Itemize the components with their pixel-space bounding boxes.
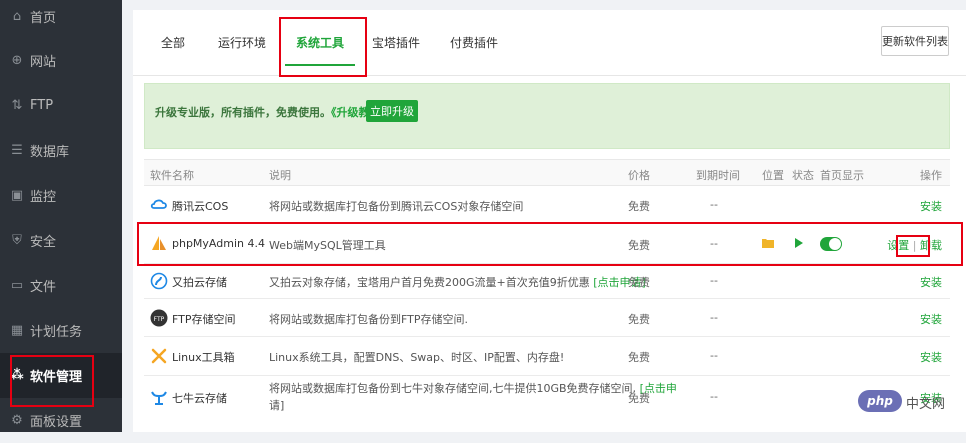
- plugin-expire: --: [710, 349, 718, 362]
- header-expire: 到期时间: [696, 169, 740, 182]
- table-row: 七牛云存储 将网站或数据库打包备份到七牛对象存储空间,七牛提供10GB免费存储空…: [144, 376, 950, 432]
- toolbox-icon: [151, 348, 167, 364]
- sidebar-item-label: 面板设置: [30, 415, 83, 430]
- plugin-price: 免费: [628, 200, 650, 213]
- gear-icon: ⚙: [11, 413, 23, 428]
- globe-icon: ⊕: [11, 53, 23, 68]
- monitor-icon: ▣: [10, 188, 24, 203]
- plugin-name: 又拍云存储: [172, 276, 227, 289]
- tab-all[interactable]: 全部: [161, 34, 185, 51]
- plugin-desc: 又拍云对象存储，宝塔用户首月免费200G流量+首次充值9折优惠 [点击申请]: [269, 274, 646, 290]
- calendar-icon: ▦: [10, 323, 24, 338]
- watermark-text: 中文网: [906, 397, 946, 412]
- table-header: 软件名称 说明 价格 到期时间 位置 状态 首页显示 操作: [144, 159, 950, 186]
- upyun-icon: [150, 272, 168, 290]
- plugin-price: 免费: [628, 392, 650, 405]
- header-op: 操作: [920, 169, 942, 182]
- table-row: FTP FTP存储空间 将网站或数据库打包备份到FTP存储空间. 免费 -- 安…: [144, 299, 950, 337]
- shield-icon: ⛨: [12, 233, 22, 248]
- sidebar-item-security[interactable]: ⛨ 安全: [0, 218, 122, 263]
- plugin-expire: --: [710, 311, 718, 324]
- sidebar-item-monitor[interactable]: ▣ 监控: [0, 173, 122, 218]
- sidebar-item-files[interactable]: ▭ 文件: [0, 263, 122, 308]
- plugin-expire: --: [710, 274, 718, 287]
- sidebar-item-cron[interactable]: ▦ 计划任务: [0, 308, 122, 353]
- plugin-desc: Linux系统工具，配置DNS、Swap、时区、IP配置、内存盘!: [269, 351, 565, 364]
- plugin-name: 腾讯云COS: [172, 200, 229, 213]
- sidebar-item-label: 安全: [30, 235, 57, 250]
- plugin-desc: 将网站或数据库打包备份到FTP存储空间.: [269, 313, 468, 326]
- sidebar-item-label: 网站: [30, 55, 57, 70]
- header-price: 价格: [628, 169, 650, 182]
- header-location: 位置: [762, 169, 784, 182]
- highlight-box: [137, 222, 963, 266]
- sidebar-item-database[interactable]: ☰ 数据库: [0, 128, 122, 173]
- plugin-expire: --: [710, 198, 718, 211]
- sidebar-item-label: 监控: [30, 190, 57, 205]
- upgrade-text: 升级专业版，所有插件，免费使用。《升级教程》: [155, 104, 392, 120]
- plugin-desc: 将网站或数据库打包备份到七牛对象存储空间,七牛提供10GB免费存储空间, [点击…: [269, 380, 677, 396]
- sidebar-item-label: 计划任务: [30, 325, 83, 340]
- main-panel: 全部 运行环境 系统工具 宝塔插件 付费插件 更新软件列表 升级专业版，所有插件…: [133, 10, 966, 432]
- qiniu-icon: [151, 391, 167, 405]
- plugin-desc-text: 将网站或数据库打包备份到七牛对象存储空间,七牛提供10GB免费存储空间,: [269, 382, 637, 395]
- plugin-name: 七牛云存储: [172, 392, 227, 405]
- plugin-expire: --: [710, 390, 718, 403]
- highlight-box: [279, 17, 367, 77]
- sidebar: ⌂ 首页 ⊕ 网站 ⇅ FTP ☰ 数据库 ▣ 监控 ⛨ 安全 ▭ 文件 ▦ 计…: [0, 0, 122, 432]
- plugin-price: 免费: [628, 351, 650, 364]
- plugin-desc: 将网站或数据库打包备份到腾讯云COS对象存储空间: [269, 200, 524, 213]
- install-button[interactable]: 安装: [920, 349, 942, 365]
- header-home-display: 首页显示: [820, 169, 864, 182]
- table-row: 又拍云存储 又拍云对象存储，宝塔用户首月免费200G流量+首次充值9折优惠 [点…: [144, 264, 950, 299]
- database-icon: ☰: [11, 143, 23, 158]
- refresh-software-list-button[interactable]: 更新软件列表: [881, 26, 949, 56]
- sidebar-item-website[interactable]: ⊕ 网站: [0, 38, 122, 83]
- upgrade-now-button[interactable]: 立即升级: [366, 100, 418, 122]
- tab-bt-plugins[interactable]: 宝塔插件: [372, 34, 420, 51]
- sidebar-item-label: 文件: [30, 280, 57, 295]
- sidebar-item-label: 数据库: [30, 145, 70, 160]
- sidebar-item-label: 首页: [30, 11, 57, 26]
- ftp-storage-icon: FTP: [150, 309, 168, 327]
- header-name: 软件名称: [150, 169, 194, 182]
- plugin-name: FTP存储空间: [172, 313, 236, 326]
- apply-link-continued[interactable]: 请]: [269, 397, 284, 413]
- svg-text:FTP: FTP: [154, 316, 165, 323]
- install-button[interactable]: 安装: [920, 311, 942, 327]
- home-icon: ⌂: [12, 9, 22, 24]
- install-button[interactable]: 安装: [920, 198, 942, 214]
- plugin-name: Linux工具箱: [172, 351, 235, 364]
- highlight-box: [10, 355, 94, 407]
- plugin-price: 免费: [628, 276, 650, 289]
- install-button[interactable]: 安装: [920, 274, 942, 290]
- highlight-box: [896, 235, 930, 257]
- upgrade-message: 升级专业版，所有插件，免费使用。: [155, 106, 331, 119]
- table-row: 腾讯云COS 将网站或数据库打包备份到腾讯云COS对象存储空间 免费 -- 安装: [144, 186, 950, 224]
- folder-icon: ▭: [10, 278, 24, 293]
- header-desc: 说明: [269, 169, 291, 182]
- sidebar-item-ftp[interactable]: ⇅ FTP: [0, 83, 122, 128]
- tab-runtime[interactable]: 运行环境: [218, 34, 266, 51]
- table-row: Linux工具箱 Linux系统工具，配置DNS、Swap、时区、IP配置、内存…: [144, 337, 950, 376]
- tencent-cloud-icon: [150, 199, 167, 209]
- tab-paid-plugins[interactable]: 付费插件: [450, 34, 498, 51]
- ftp-icon: ⇅: [11, 98, 23, 113]
- watermark: php 中文网: [858, 388, 958, 414]
- plugin-desc-text: 又拍云对象存储，宝塔用户首月免费200G流量+首次充值9折优惠: [269, 276, 590, 289]
- plugin-price: 免费: [628, 313, 650, 326]
- sidebar-item-label: FTP: [30, 98, 54, 113]
- tab-bar: 全部 运行环境 系统工具 宝塔插件 付费插件 更新软件列表: [133, 10, 966, 76]
- header-status: 状态: [792, 169, 814, 182]
- sidebar-item-home[interactable]: ⌂ 首页: [0, 0, 122, 39]
- upgrade-banner: 升级专业版，所有插件，免费使用。《升级教程》 立即升级: [144, 83, 950, 149]
- php-logo: php: [858, 390, 902, 412]
